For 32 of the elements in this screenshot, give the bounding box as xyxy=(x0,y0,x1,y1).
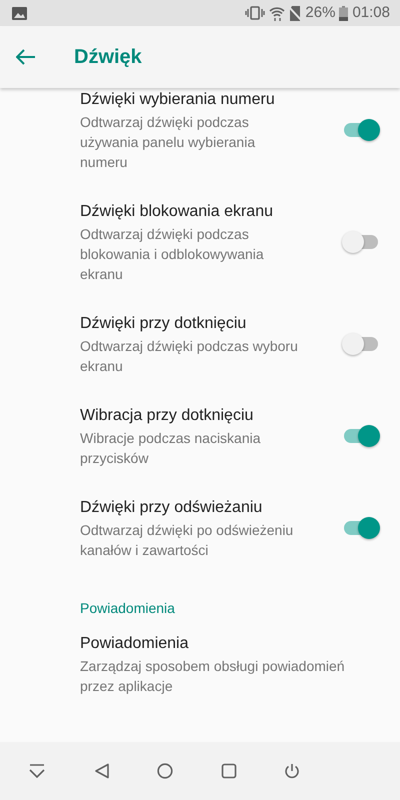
toggle-switch[interactable] xyxy=(342,425,378,447)
setting-title: Dźwięki wybierania numeru xyxy=(80,90,276,110)
setting-summary: Odtwarzaj dźwięki podczas blokowania i odblokowywania ekranu xyxy=(80,225,265,284)
hide-keyboard-button[interactable] xyxy=(28,764,46,778)
no-sim-icon xyxy=(289,6,302,20)
setting-title: Powiadomienia xyxy=(80,634,190,654)
recents-button[interactable] xyxy=(220,763,236,779)
back-button[interactable] xyxy=(16,49,36,65)
setting-title: Dźwięki przy odświeżaniu xyxy=(80,498,264,518)
power-button[interactable] xyxy=(284,763,300,779)
setting-summary: Odtwarzaj dźwięki podczas używania panelu wybierania numeru xyxy=(80,113,256,172)
vibrate-icon xyxy=(245,6,266,20)
toggle-switch[interactable] xyxy=(342,333,378,355)
battery-icon xyxy=(339,6,348,20)
setting-title: Dźwięki przy dotknięciu xyxy=(80,314,248,334)
wifi-icon xyxy=(269,6,286,20)
setting-title: Dźwięki blokowania ekranu xyxy=(80,202,274,222)
setting-summary: Odtwarzaj dźwięki po odświeżeniu kanałów i zawartości xyxy=(80,521,294,560)
clock: 01:08 xyxy=(352,2,390,23)
screen-title: Dźwięk xyxy=(74,45,142,70)
setting-summary: Odtwarzaj dźwięki podczas wyboru ekranu xyxy=(80,337,299,376)
home-button[interactable] xyxy=(157,763,173,779)
battery-percentage: 26% xyxy=(305,2,336,23)
toggle-switch[interactable] xyxy=(342,231,378,253)
toggle-switch[interactable] xyxy=(342,119,378,141)
toggle-switch[interactable] xyxy=(342,517,378,539)
setting-title: Wibracja przy dotknięciu xyxy=(80,406,254,426)
back-nav-button[interactable] xyxy=(94,763,110,779)
setting-summary: Wibracje podczas naciskania przycisków xyxy=(80,429,262,468)
setting-summary: Zarządzaj sposobem obsługi powiadomień przez aplikacje xyxy=(80,657,346,696)
section-header: Powiadomienia xyxy=(79,599,176,618)
image-icon xyxy=(12,6,27,20)
